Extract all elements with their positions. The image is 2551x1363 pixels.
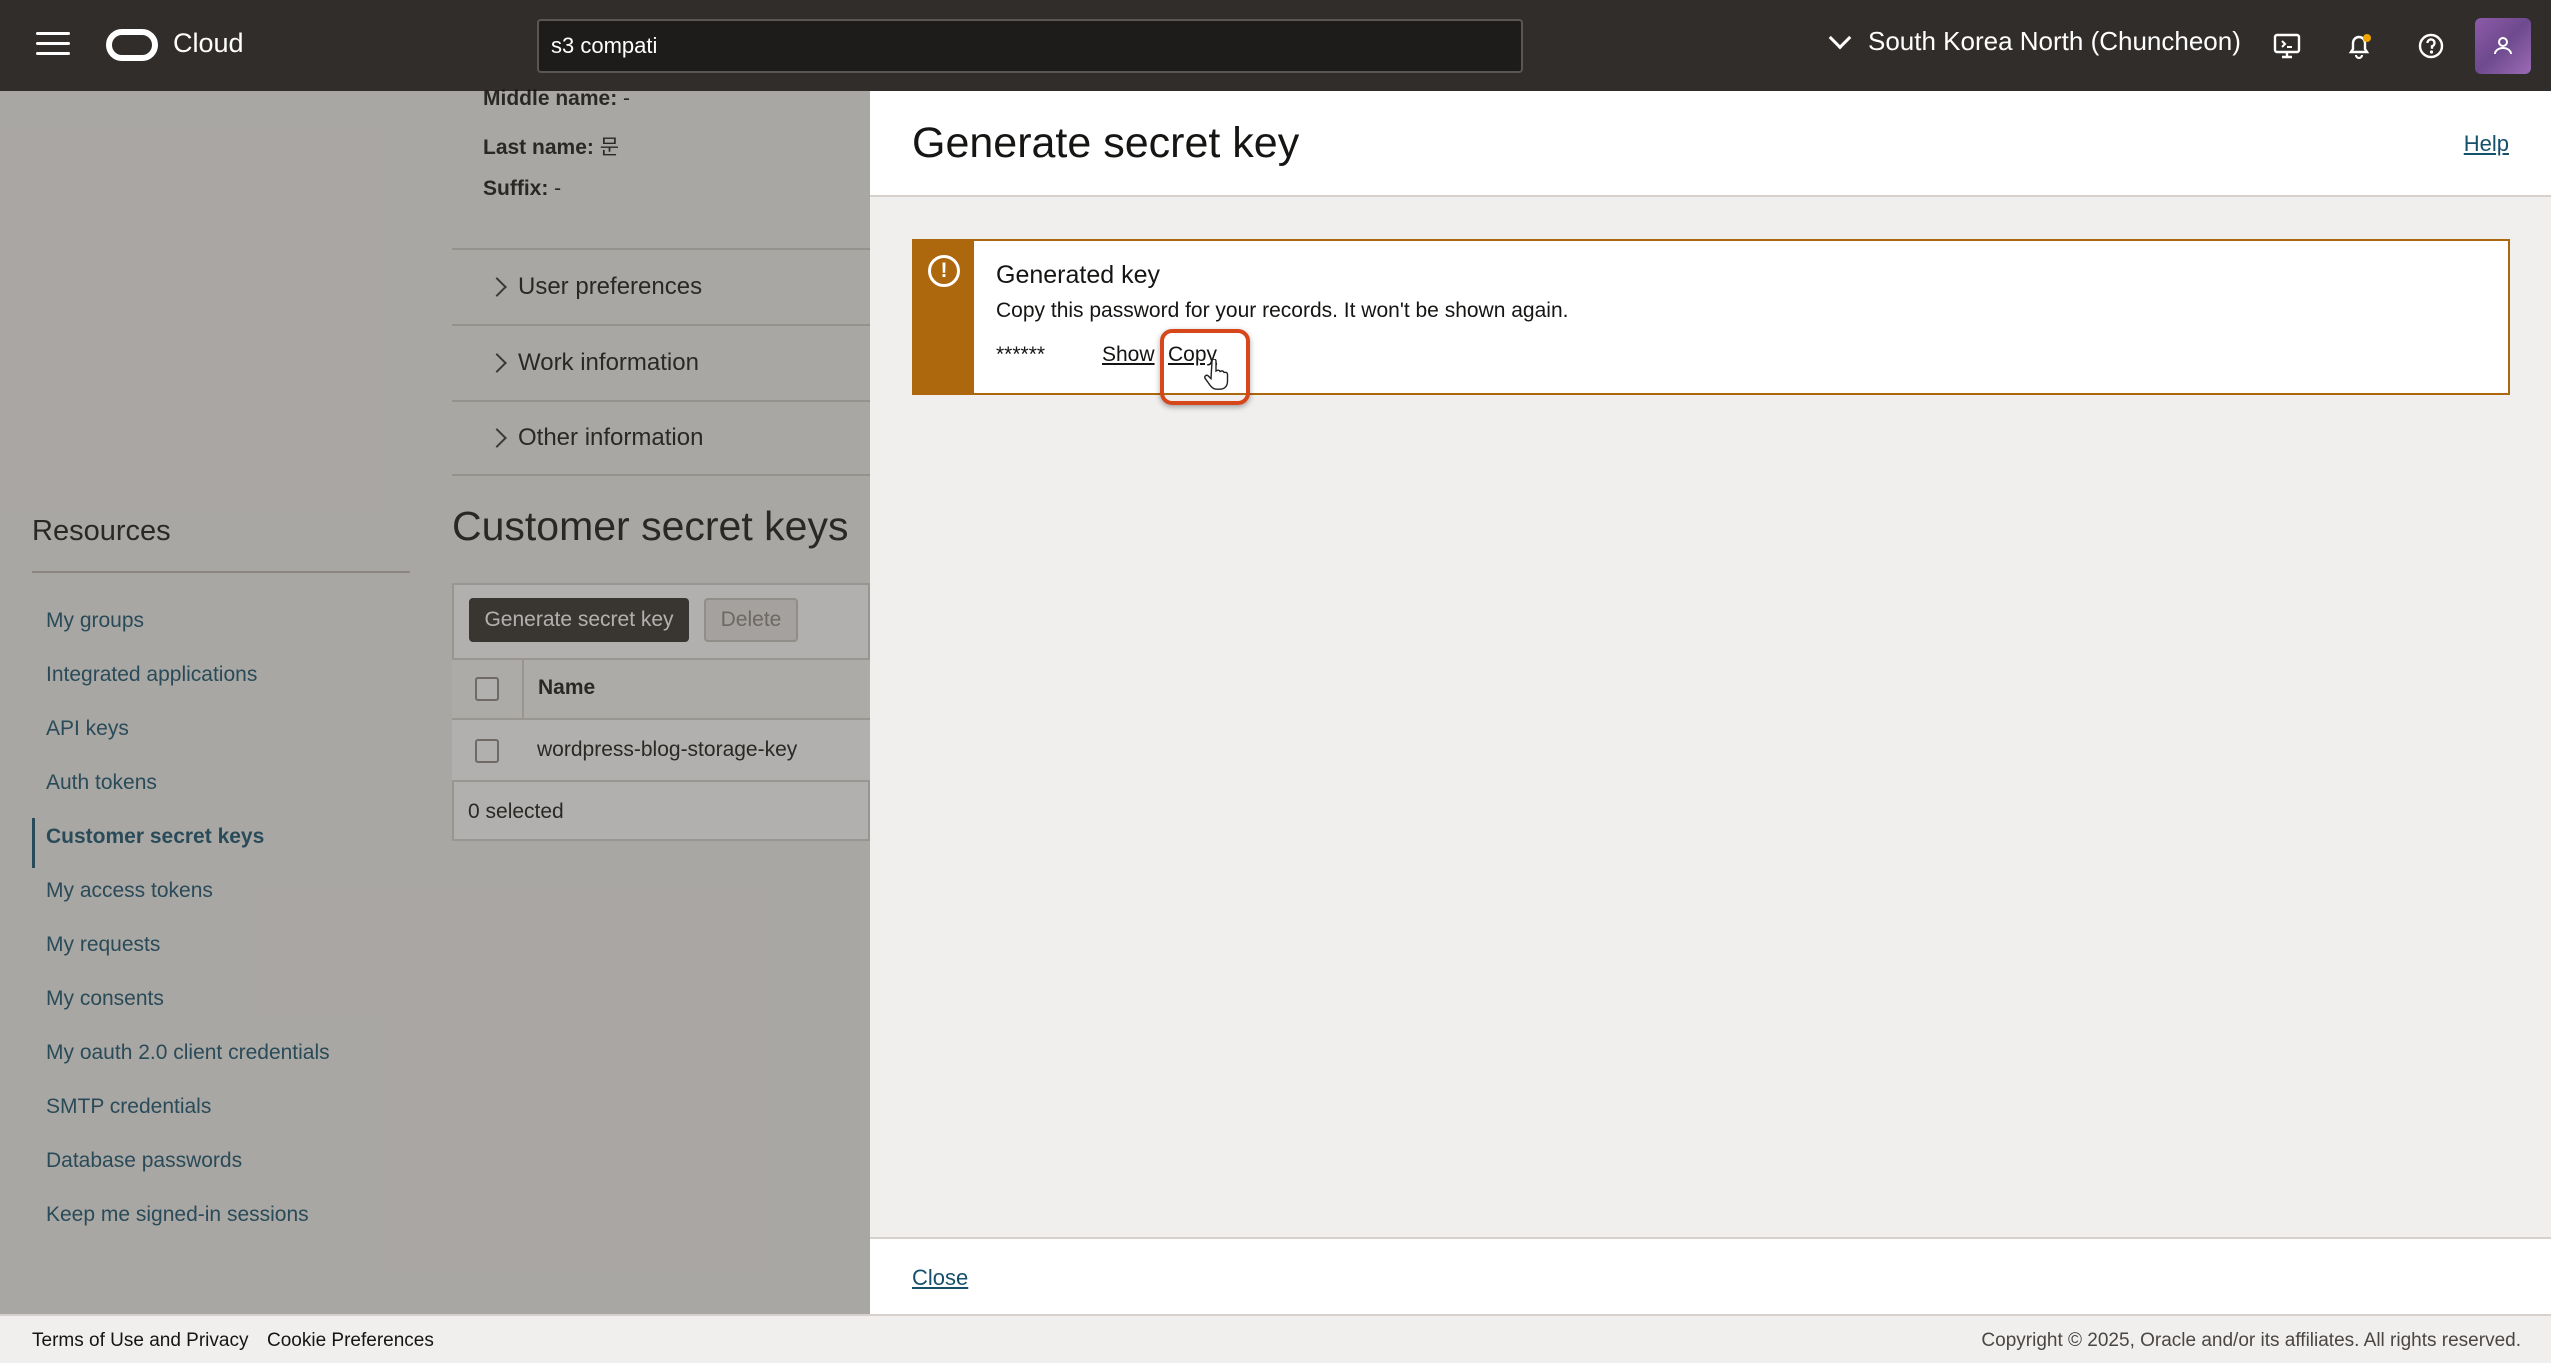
- modal-overlay[interactable]: [0, 91, 870, 1314]
- alert-message: Copy this password for your records. It …: [996, 299, 1569, 322]
- drawer-header: Generate secret key Help: [870, 91, 2551, 197]
- drawer-footer: Close: [870, 1237, 2551, 1314]
- search-input[interactable]: s3 compati: [537, 19, 1523, 73]
- cookie-preferences-link[interactable]: Cookie Preferences: [267, 1330, 434, 1352]
- oracle-logo-icon[interactable]: [106, 29, 158, 61]
- copyright-text: Copyright © 2025, Oracle and/or its affi…: [1981, 1330, 2521, 1351]
- terms-link[interactable]: Terms of Use and Privacy: [32, 1330, 248, 1352]
- chevron-down-icon: [1828, 26, 1852, 49]
- alert-title: Generated key: [996, 261, 1160, 289]
- close-link[interactable]: Close: [912, 1265, 968, 1291]
- notifications-bell-icon[interactable]: [2339, 26, 2379, 66]
- page-footer: Terms of Use and Privacy Cookie Preferen…: [0, 1314, 2551, 1363]
- menu-icon[interactable]: [36, 32, 70, 58]
- drawer-title: Generate secret key: [912, 119, 1300, 167]
- masked-key: ******: [996, 343, 1046, 366]
- help-link[interactable]: Help: [2464, 131, 2509, 157]
- hand-pointer-icon: [1204, 359, 1229, 390]
- region-label: South Korea North (Chuncheon): [1868, 26, 2241, 56]
- user-avatar[interactable]: [2475, 18, 2531, 74]
- generate-secret-key-drawer: Generate secret key Help ! Generated key…: [870, 91, 2551, 1314]
- region-selector[interactable]: South Korea North (Chuncheon): [1826, 26, 2241, 57]
- show-key-link[interactable]: Show: [1102, 343, 1155, 367]
- top-navigation-bar: Cloud s3 compati South Korea North (Chun…: [0, 0, 2551, 91]
- help-icon[interactable]: [2411, 26, 2451, 66]
- brand-name[interactable]: Cloud: [173, 28, 244, 59]
- alert-stripe: !: [914, 241, 974, 393]
- user-icon: [2494, 37, 2512, 55]
- cloud-shell-icon[interactable]: [2267, 26, 2307, 66]
- generated-key-alert: ! Generated key Copy this password for y…: [912, 239, 2510, 405]
- warning-icon: !: [928, 255, 960, 287]
